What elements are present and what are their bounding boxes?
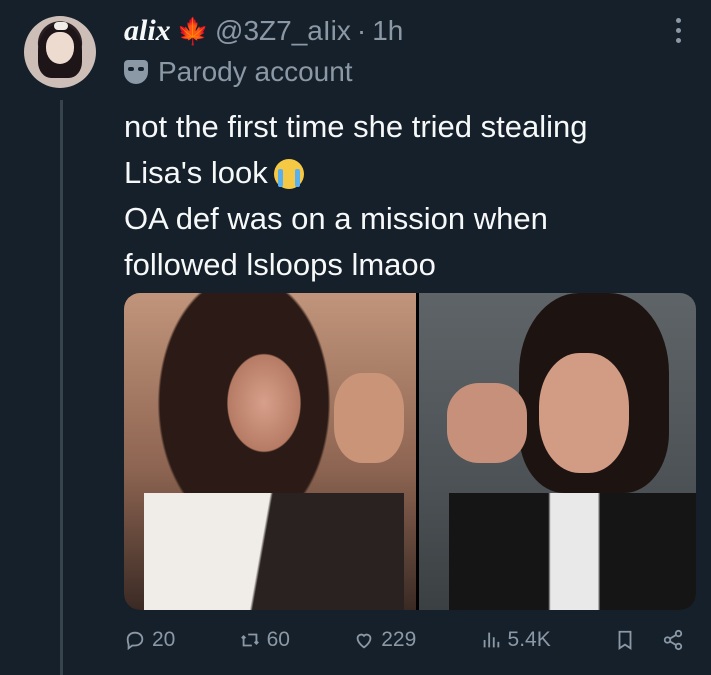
avatar-bow	[54, 22, 68, 30]
reply-icon	[124, 629, 146, 651]
views-icon	[480, 629, 502, 651]
parody-text: Parody account	[158, 56, 353, 87]
avatar-face	[46, 32, 74, 64]
more-icon[interactable]	[672, 18, 684, 50]
views-count: 5.4K	[507, 628, 551, 651]
mask-icon	[124, 60, 148, 84]
separator-dot: ·	[356, 15, 367, 46]
action-bar: 20 60 229 5.4K	[124, 628, 684, 652]
timestamp[interactable]: 1h	[372, 15, 403, 47]
tweet-line: OA def was on a mission when	[124, 201, 548, 236]
photo-left-hand	[334, 373, 404, 463]
tweet-line-with-emoji: Lisa's look	[124, 150, 694, 196]
retweet-icon	[239, 629, 261, 651]
photo-right[interactable]	[419, 293, 696, 610]
photo-right-face	[539, 353, 629, 473]
views-button[interactable]: 5.4K	[480, 628, 551, 652]
parody-label: Parody account	[124, 56, 353, 88]
retweet-count: 60	[266, 628, 290, 651]
tweet[interactable]: alix 🍁 @3Z7_aIix · 1h Parody account not…	[0, 0, 711, 675]
bookmark-icon[interactable]	[614, 629, 636, 651]
avatar[interactable]	[24, 16, 96, 88]
reply-button[interactable]: 20	[124, 628, 175, 652]
reply-count: 20	[152, 628, 176, 651]
tweet-header: alix 🍁 @3Z7_aIix · 1h	[124, 14, 403, 48]
like-count: 229	[381, 628, 417, 651]
tweet-text: not the first time she tried stealing Li…	[124, 104, 694, 288]
display-name[interactable]: alix	[124, 14, 171, 48]
media-grid	[124, 293, 696, 610]
photo-right-suit	[449, 493, 696, 610]
share-icon[interactable]	[662, 629, 684, 651]
handle[interactable]: @3Z7_aIix	[215, 15, 351, 47]
tweet-line: not the first time she tried stealing	[124, 109, 588, 144]
action-extras	[614, 629, 684, 651]
tweet-line: followed lsloops lmaoo	[124, 247, 436, 282]
like-button[interactable]: 229	[353, 628, 416, 652]
photo-right-hand	[447, 383, 527, 463]
photo-left-shirt	[144, 493, 404, 610]
heart-icon	[353, 629, 375, 651]
tweet-line: Lisa's look	[124, 155, 268, 190]
retweet-button[interactable]: 60	[239, 628, 290, 652]
maple-leaf-icon: 🍁	[176, 16, 210, 46]
thread-line	[60, 100, 63, 675]
photo-left[interactable]	[124, 293, 416, 610]
loudly-crying-face-emoji	[273, 159, 304, 189]
